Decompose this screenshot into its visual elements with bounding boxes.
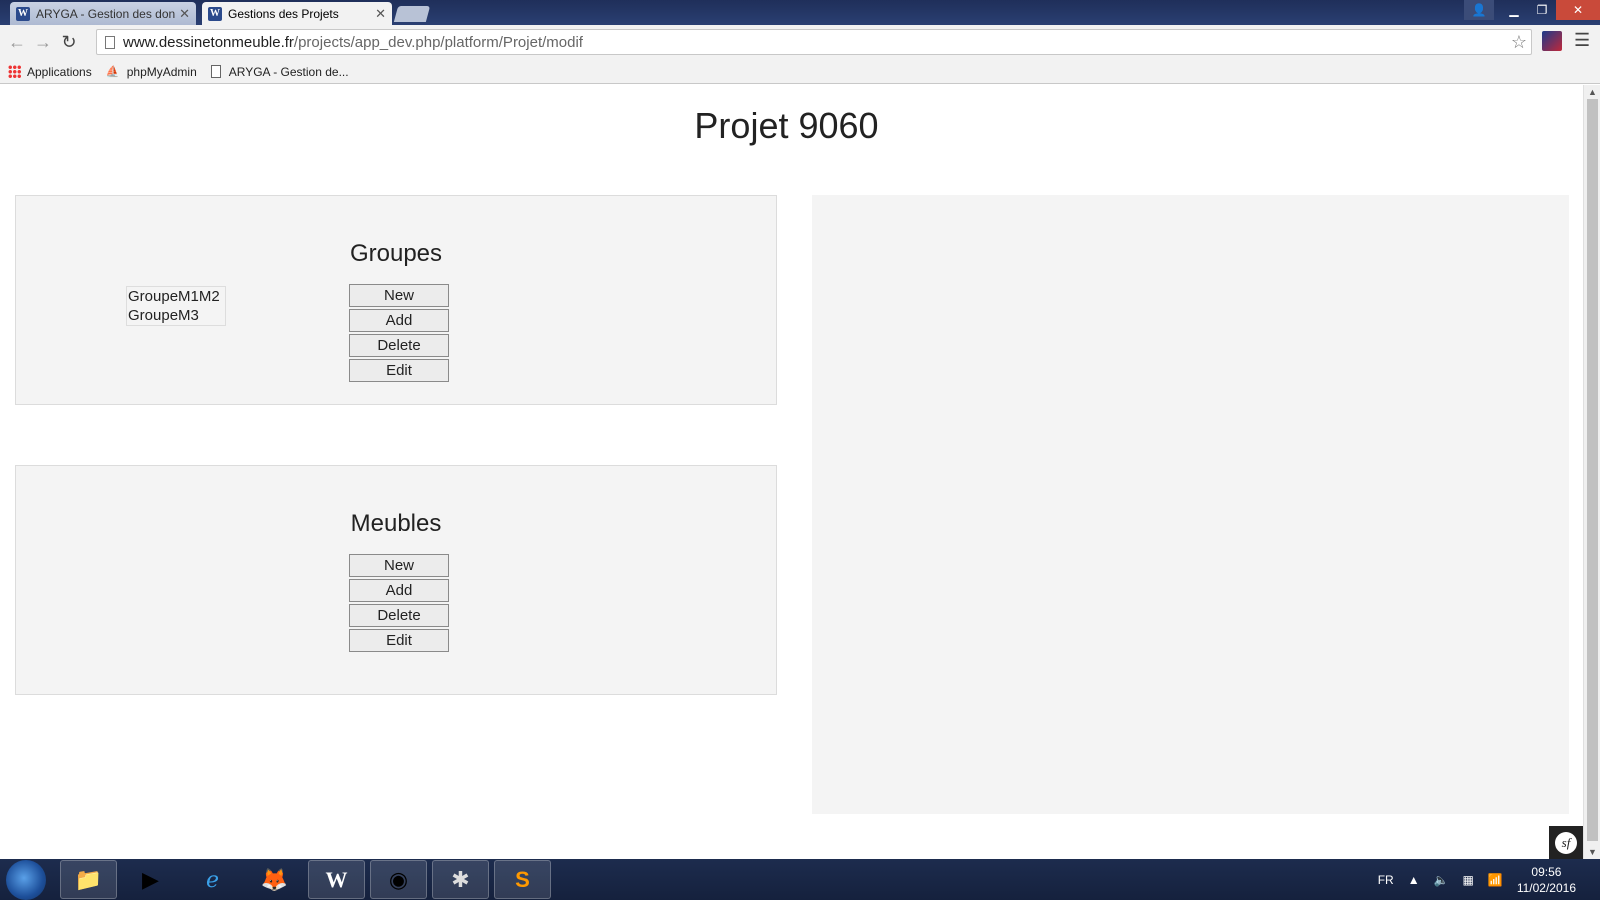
scroll-down-icon[interactable]: ▼	[1588, 847, 1597, 857]
menu-icon[interactable]: ☰	[1574, 30, 1590, 51]
groups-add-button[interactable]: Add	[349, 309, 449, 332]
close-window-icon[interactable]: ✕	[1556, 0, 1600, 20]
groups-button-column: New Add Delete Edit	[349, 284, 449, 384]
list-item[interactable]: GroupeM1M2	[128, 287, 225, 306]
back-arrow-icon[interactable]: ←	[4, 30, 30, 56]
system-tray: FR ▲ 🔈 ▦ 📶 09:56 11/02/2016	[1378, 859, 1600, 900]
clock-time: 09:56	[1531, 864, 1562, 879]
user-profile-icon[interactable]: 👤	[1464, 0, 1494, 20]
apps-icon	[8, 65, 21, 78]
firefox-icon[interactable]: 🦊	[246, 860, 303, 899]
meubles-new-button[interactable]: New	[349, 554, 449, 577]
tab-aryga[interactable]: W ARYGA - Gestion des don ✕	[10, 2, 196, 25]
tab-title: Gestions des Projets	[228, 6, 339, 21]
bookmark-phpmyadmin[interactable]: ⛵ phpMyAdmin	[106, 65, 197, 79]
meubles-edit-button[interactable]: Edit	[349, 629, 449, 652]
bookmarks-bar: Applications ⛵ phpMyAdmin ARYGA - Gestio…	[0, 60, 1600, 84]
extension-icon[interactable]	[1542, 31, 1562, 51]
groups-new-button[interactable]: New	[349, 284, 449, 307]
explorer-icon[interactable]: 📁	[60, 860, 117, 899]
window-controls: 👤 ▁ ❐ ✕	[1464, 0, 1600, 20]
bookmark-aryga[interactable]: ARYGA - Gestion de...	[210, 64, 349, 79]
groups-panel: Groupes GroupeM1M2 GroupeM3 New Add Dele…	[15, 195, 777, 405]
groups-listbox[interactable]: GroupeM1M2 GroupeM3	[126, 286, 226, 326]
bookmark-label: Applications	[27, 64, 92, 79]
symfony-toolbar-button[interactable]: sf	[1549, 826, 1583, 859]
show-hidden-icons-icon[interactable]: ▲	[1408, 873, 1420, 887]
list-item[interactable]: GroupeM3	[128, 306, 225, 325]
meubles-button-column: New Add Delete Edit	[349, 554, 449, 654]
bookmark-label: phpMyAdmin	[126, 64, 197, 79]
bookmark-applications[interactable]: Applications	[8, 65, 92, 79]
bookmark-star-icon[interactable]: ☆	[1511, 32, 1527, 53]
groups-edit-button[interactable]: Edit	[349, 359, 449, 382]
restore-icon[interactable]: ❐	[1528, 0, 1556, 20]
document-icon	[210, 65, 221, 78]
meubles-heading: Meubles	[350, 510, 442, 537]
word-favicon-icon: W	[16, 6, 30, 21]
meubles-add-button[interactable]: Add	[349, 579, 449, 602]
page-title: Projet 9060	[694, 105, 879, 146]
meubles-delete-button[interactable]: Delete	[349, 604, 449, 627]
meubles-panel: Meubles New Add Delete Edit	[15, 465, 777, 695]
phpmyadmin-icon: ⛵	[105, 65, 120, 78]
clock-date: 11/02/2016	[1516, 880, 1576, 895]
windows-taskbar: 📁 ▶ ℯ 🦊 W ◉ ✱ S FR ▲ 🔈 ▦ 📶 09:56 11/02/2…	[0, 859, 1600, 900]
internet-explorer-icon[interactable]: ℯ	[184, 860, 241, 899]
reload-icon[interactable]: ↻	[56, 30, 82, 56]
new-tab-button[interactable]	[393, 6, 431, 22]
url-host: www.dessinetonmeuble.fr	[123, 33, 294, 51]
url-path: /projects/app_dev.php/platform/Projet/mo…	[293, 33, 583, 51]
address-bar[interactable]: www.dessinetonmeuble.fr/projects/app_dev…	[96, 29, 1532, 55]
browser-toolbar: ← → ↻ www.dessinetonmeuble.fr/projects/a…	[0, 25, 1600, 60]
clock[interactable]: 09:56 11/02/2016	[1517, 864, 1576, 896]
page-scrollbar[interactable]: ▲ ▼	[1583, 85, 1600, 859]
language-indicator[interactable]: FR	[1378, 873, 1394, 887]
volume-icon[interactable]: 🔈	[1434, 873, 1449, 887]
page-viewport: Projet 9060 Groupes GroupeM1M2 GroupeM3 …	[0, 85, 1583, 859]
groups-delete-button[interactable]: Delete	[349, 334, 449, 357]
groups-heading: Groupes	[349, 240, 443, 267]
network-icon[interactable]: ▦	[1463, 873, 1474, 887]
tab-title: ARYGA - Gestion des don	[36, 6, 176, 21]
start-button[interactable]	[6, 859, 46, 900]
close-tab-icon[interactable]: ✕	[375, 6, 386, 22]
word-favicon-icon: W	[208, 6, 222, 21]
signal-icon[interactable]: 📶	[1488, 873, 1503, 887]
scroll-thumb[interactable]	[1587, 99, 1598, 841]
sublime-text-icon[interactable]: S	[494, 860, 551, 899]
browser-titlebar: W ARYGA - Gestion des don ✕ W Gestions d…	[0, 0, 1600, 25]
forward-arrow-icon[interactable]: →	[30, 30, 56, 56]
tab-gestions-des-projets[interactable]: W Gestions des Projets ✕	[202, 2, 392, 25]
minimize-icon[interactable]: ▁	[1500, 0, 1528, 20]
close-tab-icon[interactable]: ✕	[179, 6, 190, 22]
wamp-icon[interactable]: ✱	[432, 860, 489, 899]
preview-panel	[812, 195, 1569, 814]
symfony-logo-icon: sf	[1555, 831, 1577, 854]
page-icon	[105, 35, 115, 49]
chrome-icon[interactable]: ◉	[370, 860, 427, 899]
bookmark-label: ARYGA - Gestion de...	[228, 64, 349, 79]
scroll-up-icon[interactable]: ▲	[1588, 87, 1597, 97]
word-icon[interactable]: W	[308, 860, 365, 899]
media-player-icon[interactable]: ▶	[122, 860, 179, 899]
